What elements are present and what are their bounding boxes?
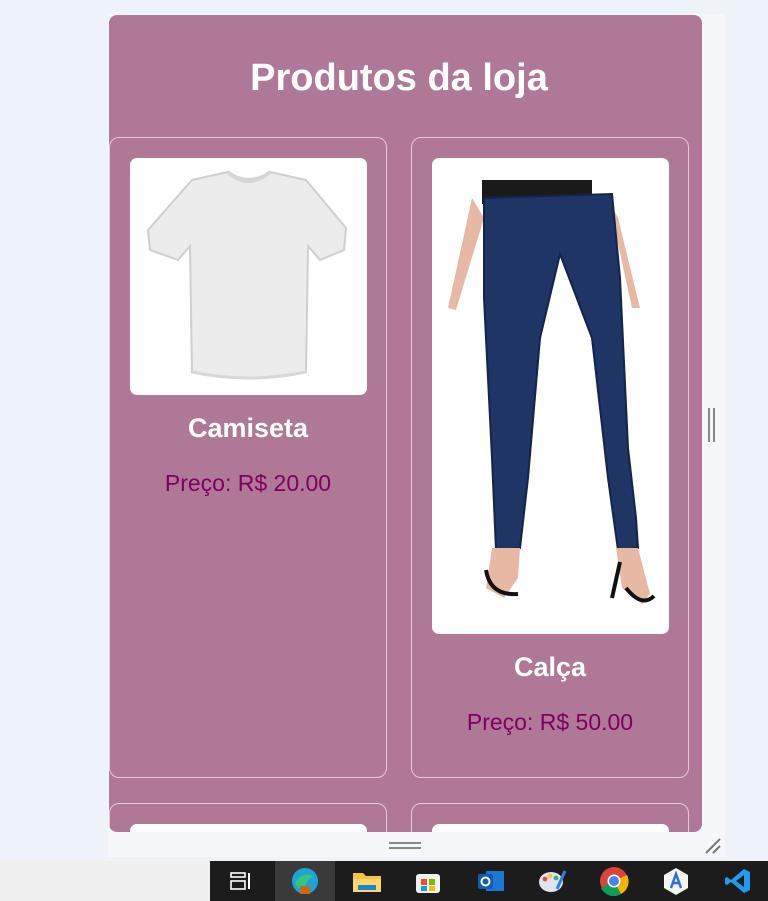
product-image — [432, 824, 669, 832]
jeans-image — [448, 180, 656, 604]
tshirt-image — [146, 170, 348, 380]
file-explorer-icon[interactable] — [337, 861, 397, 901]
product-price: Preço: R$ 50.00 — [466, 709, 634, 735]
app-installer-icon[interactable] — [646, 861, 706, 901]
product-image-calca — [432, 158, 669, 634]
horizontal-splitter-handle[interactable] — [389, 841, 421, 851]
taskbar-empty-area — [0, 861, 210, 901]
product-price: Preço: R$ 20.00 — [164, 470, 332, 496]
vertical-splitter-handle[interactable] — [708, 408, 718, 442]
product-image-camiseta — [130, 158, 367, 395]
windows-taskbar — [0, 861, 768, 901]
product-name: Camiseta — [187, 413, 309, 443]
paint-icon[interactable] — [522, 861, 582, 901]
product-card[interactable] — [109, 803, 387, 832]
vscode-icon[interactable] — [708, 861, 768, 901]
resize-grip-icon[interactable] — [703, 836, 721, 854]
product-image — [130, 824, 367, 832]
product-card[interactable] — [411, 803, 689, 832]
chrome-icon[interactable] — [584, 861, 644, 901]
product-name: Calça — [513, 652, 587, 682]
page-title: Produtos da loja — [250, 57, 548, 99]
microsoft-store-icon[interactable] — [398, 861, 458, 901]
edge-icon[interactable] — [275, 861, 335, 901]
product-card-calca[interactable]: Calça Preço: R$ 50.00 — [411, 137, 689, 778]
outlook-icon[interactable] — [461, 861, 521, 901]
product-card-camiseta[interactable]: Camiseta Preço: R$ 20.00 — [109, 137, 387, 778]
shop-container: Produtos da loja Camiseta Preço: R$ 20.0… — [109, 15, 702, 832]
task-view-icon[interactable] — [211, 861, 271, 901]
